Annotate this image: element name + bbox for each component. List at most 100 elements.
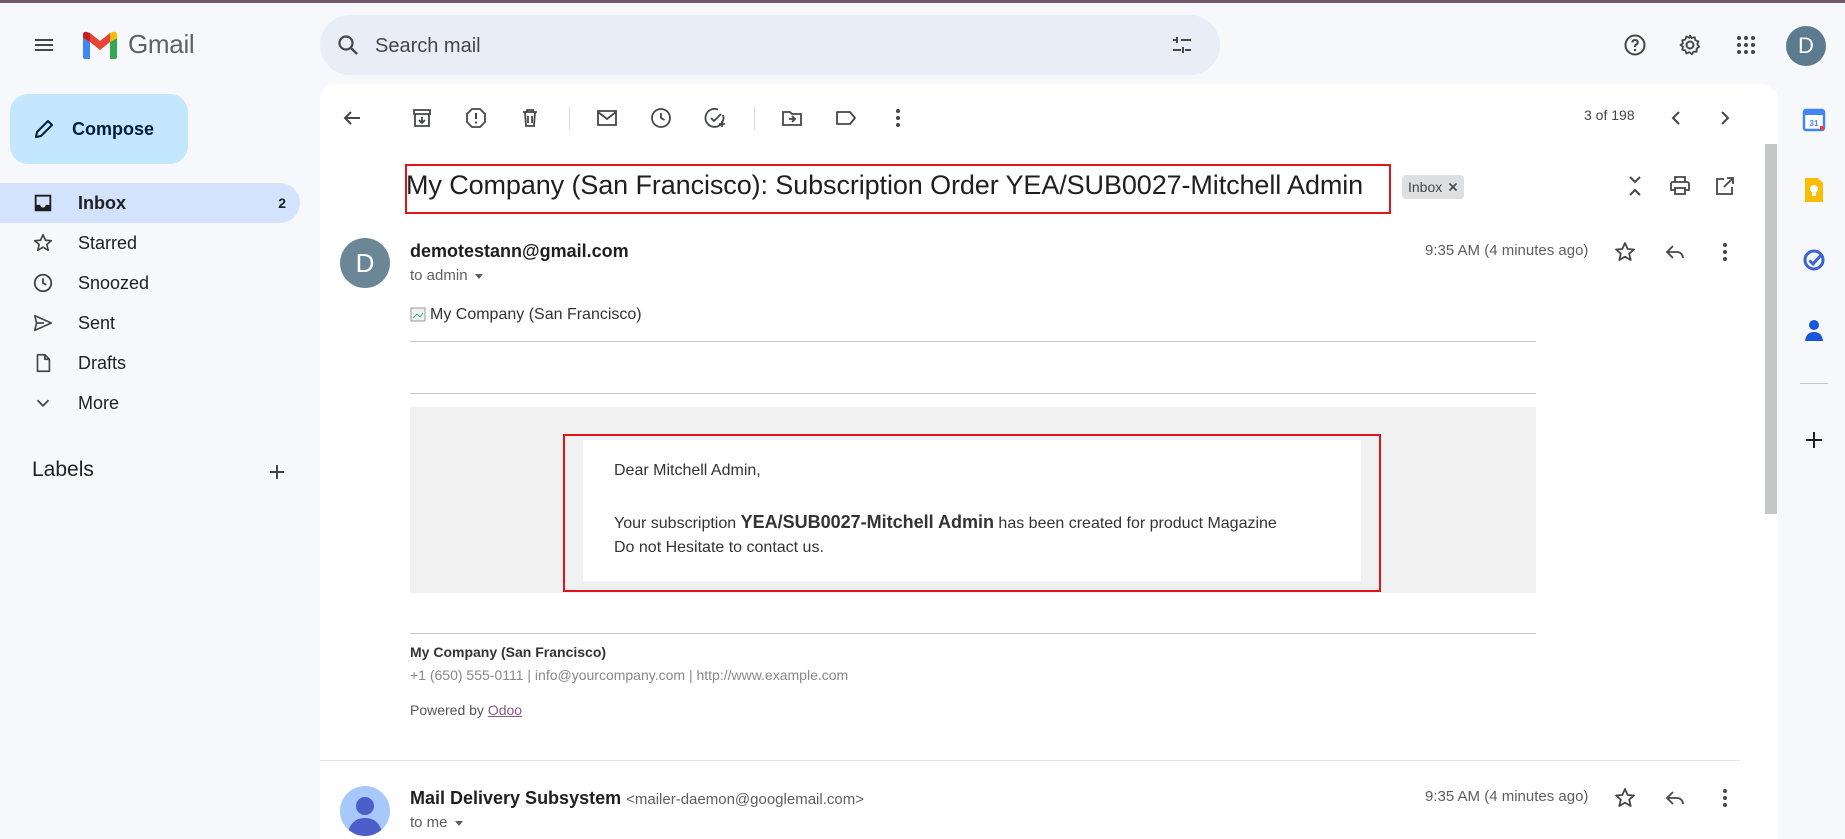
sidebar-item-snoozed[interactable]: Snoozed (0, 263, 300, 303)
apps-button[interactable] (1726, 25, 1766, 65)
divider (410, 393, 1536, 394)
svg-text:31: 31 (1810, 119, 1819, 128)
older-button[interactable] (1705, 98, 1745, 138)
recipients-line[interactable]: to me (410, 814, 466, 831)
sidebar-item-starred[interactable]: Starred (0, 223, 300, 263)
more-vert-icon (1723, 243, 1727, 261)
message-more-button[interactable] (1705, 232, 1745, 272)
body-text-post: has been created for product Magazine (993, 515, 1277, 532)
unfold-less-icon (1629, 176, 1641, 196)
gear-icon (1679, 34, 1701, 56)
search-input[interactable]: Search mail (375, 35, 481, 58)
plus-icon (1806, 432, 1822, 448)
close-icon[interactable] (1448, 182, 1458, 192)
sidebar-item-label: Sent (78, 312, 116, 333)
account-avatar[interactable]: D (1786, 26, 1826, 66)
search-bar[interactable]: Search mail (320, 15, 1220, 75)
sender-avatar[interactable]: D (340, 238, 390, 288)
subscription-reference: YEA/SUB0027-Mitchell Admin (740, 512, 994, 532)
archive-button[interactable] (402, 98, 442, 138)
help-button[interactable] (1615, 25, 1655, 65)
star-button[interactable] (1605, 232, 1645, 272)
apps-grid-icon (1737, 36, 1755, 54)
star-icon (1615, 242, 1635, 261)
company-logo-image: My Company (San Francisco) (410, 306, 642, 324)
sender-email[interactable]: demotestann@gmail.com (410, 241, 629, 262)
tasks-app[interactable] (1798, 244, 1830, 276)
sidebar-item-sent[interactable]: Sent (0, 303, 300, 343)
main-menu-button[interactable] (20, 21, 68, 69)
plus-icon[interactable] (265, 460, 289, 484)
sidebar-item-label: Inbox (78, 192, 126, 213)
calendar-app[interactable]: 31 (1798, 104, 1830, 136)
reply-button[interactable] (1655, 232, 1695, 272)
search-options-icon[interactable] (1170, 33, 1194, 57)
archive-icon (413, 109, 431, 127)
message-more-button[interactable] (1705, 778, 1745, 818)
print-all-button[interactable] (1660, 166, 1700, 206)
label-chip-text: Inbox (1408, 179, 1443, 195)
gmail-logo[interactable]: Gmail (80, 29, 195, 60)
logo-alt-text: My Company (San Francisco) (430, 306, 642, 323)
more-options-button[interactable] (878, 98, 918, 138)
caret-down-icon[interactable] (472, 269, 486, 283)
keep-app[interactable] (1798, 174, 1830, 206)
contact-text: Do not Hesitate to contact us. (614, 539, 824, 556)
label-icon (836, 111, 856, 125)
report-spam-button[interactable] (456, 98, 496, 138)
snooze-button[interactable] (641, 98, 681, 138)
search-icon[interactable] (336, 33, 360, 57)
sidebar-item-label: More (78, 392, 120, 413)
collapse-all-button[interactable] (1615, 166, 1655, 206)
open-in-new-window-button[interactable] (1705, 166, 1745, 206)
labels-heading: Labels (32, 458, 94, 481)
sidebar-item-label: Snoozed (78, 272, 150, 293)
star-button[interactable] (1605, 778, 1645, 818)
company-name: My Company (San Francisco) (410, 644, 607, 660)
keep-icon (1805, 178, 1823, 202)
rail-divider (1800, 383, 1828, 384)
newer-button[interactable] (1656, 98, 1696, 138)
back-button[interactable] (332, 98, 372, 138)
sidebar-item-inbox[interactable]: Inbox 2 (0, 183, 300, 223)
greeting-text: Dear Mitchell Admin, (614, 462, 761, 479)
divider (410, 341, 1536, 342)
sidebar-item-drafts[interactable]: Drafts (0, 343, 300, 383)
scrollbar-thumb[interactable] (1765, 144, 1777, 514)
mail-icon (597, 110, 617, 126)
contacts-app[interactable] (1798, 314, 1830, 346)
broken-image-icon (410, 307, 426, 322)
compose-button[interactable]: Compose (10, 94, 188, 164)
odoo-link[interactable]: Odoo (488, 702, 522, 718)
get-addons-button[interactable] (1798, 424, 1830, 456)
company-contact: +1 (650) 555-0111 | info@yourcompany.com… (410, 667, 849, 683)
star-icon (33, 233, 53, 252)
help-icon (1624, 34, 1646, 56)
recipients-line[interactable]: to admin (410, 267, 486, 284)
reply-button[interactable] (1655, 778, 1695, 818)
settings-button[interactable] (1670, 25, 1710, 65)
sender-name-text: Mail Delivery Subsystem (410, 788, 622, 808)
sender-name[interactable]: Mail Delivery Subsystem <mailer-daemon@g… (410, 788, 864, 809)
sidebar-item-label: Drafts (78, 352, 127, 373)
delete-button[interactable] (510, 98, 550, 138)
reply-icon (1665, 791, 1684, 805)
sidebar-item-label: Starred (78, 232, 138, 253)
pencil-icon (35, 120, 53, 138)
header: Gmail Search mail D (0, 3, 1845, 85)
caret-down-icon[interactable] (452, 816, 466, 830)
mark-unread-button[interactable] (587, 98, 627, 138)
add-to-tasks-button[interactable] (695, 98, 735, 138)
draft-icon (36, 353, 51, 373)
labels-button[interactable] (826, 98, 866, 138)
chevron-left-icon (1671, 111, 1680, 125)
open-in-new-icon (1716, 177, 1734, 195)
pagination-count: 3 of 198 (1584, 107, 1635, 123)
move-to-button[interactable] (772, 98, 812, 138)
recipients-text: to admin (410, 267, 468, 284)
inbox-label-chip[interactable]: Inbox (1402, 175, 1465, 199)
inbox-icon (34, 194, 52, 212)
sidebar-item-more[interactable]: More (0, 383, 300, 423)
tasks-icon (1803, 249, 1825, 271)
sender-avatar[interactable] (340, 786, 390, 836)
